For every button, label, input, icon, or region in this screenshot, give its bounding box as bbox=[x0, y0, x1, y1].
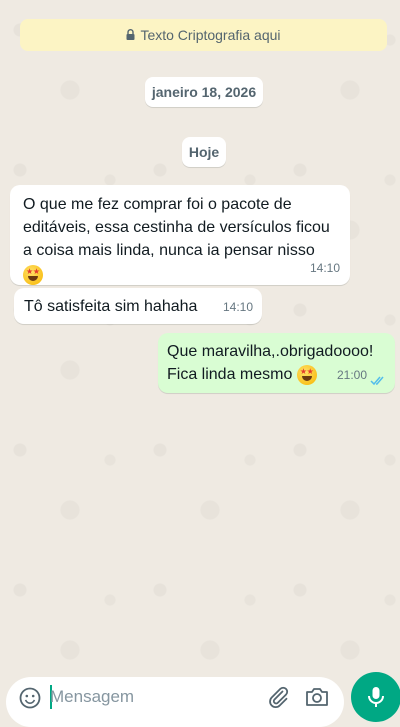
message-time: 14:10 bbox=[309, 261, 340, 275]
microphone-button[interactable] bbox=[351, 672, 400, 722]
emoji-icon[interactable] bbox=[18, 686, 42, 710]
encryption-notice[interactable]: Texto Criptografia aqui bbox=[20, 19, 387, 51]
date-separator: janeiro 18, 2026 bbox=[145, 77, 263, 107]
camera-icon[interactable] bbox=[304, 685, 330, 709]
message-outgoing[interactable]: Que maravilha,.obrigadoooo! Fica linda m… bbox=[158, 333, 395, 393]
star-struck-emoji bbox=[23, 264, 43, 285]
paperclip-icon[interactable] bbox=[266, 685, 290, 709]
message-text: O que me fez comprar foi o pacote de edi… bbox=[10, 185, 350, 285]
today-separator: Hoje bbox=[182, 137, 226, 167]
microphone-icon bbox=[368, 687, 384, 707]
today-separator-label: Hoje bbox=[188, 144, 220, 160]
encryption-text: Texto Criptografia aqui bbox=[140, 27, 281, 43]
lock-icon bbox=[126, 28, 135, 40]
message-time: 21:00 bbox=[336, 368, 367, 382]
message-time: 14:10 bbox=[222, 300, 253, 314]
message-incoming[interactable]: O que me fez comprar foi o pacote de edi… bbox=[10, 185, 350, 285]
message-input[interactable] bbox=[50, 683, 260, 711]
message-composer bbox=[6, 677, 344, 727]
date-separator-label: janeiro 18, 2026 bbox=[151, 84, 257, 100]
message-incoming[interactable]: Tô satisfeita sim hahaha 14:10 bbox=[14, 288, 262, 324]
star-struck-emoji bbox=[296, 364, 317, 385]
read-ticks-icon bbox=[370, 376, 384, 386]
